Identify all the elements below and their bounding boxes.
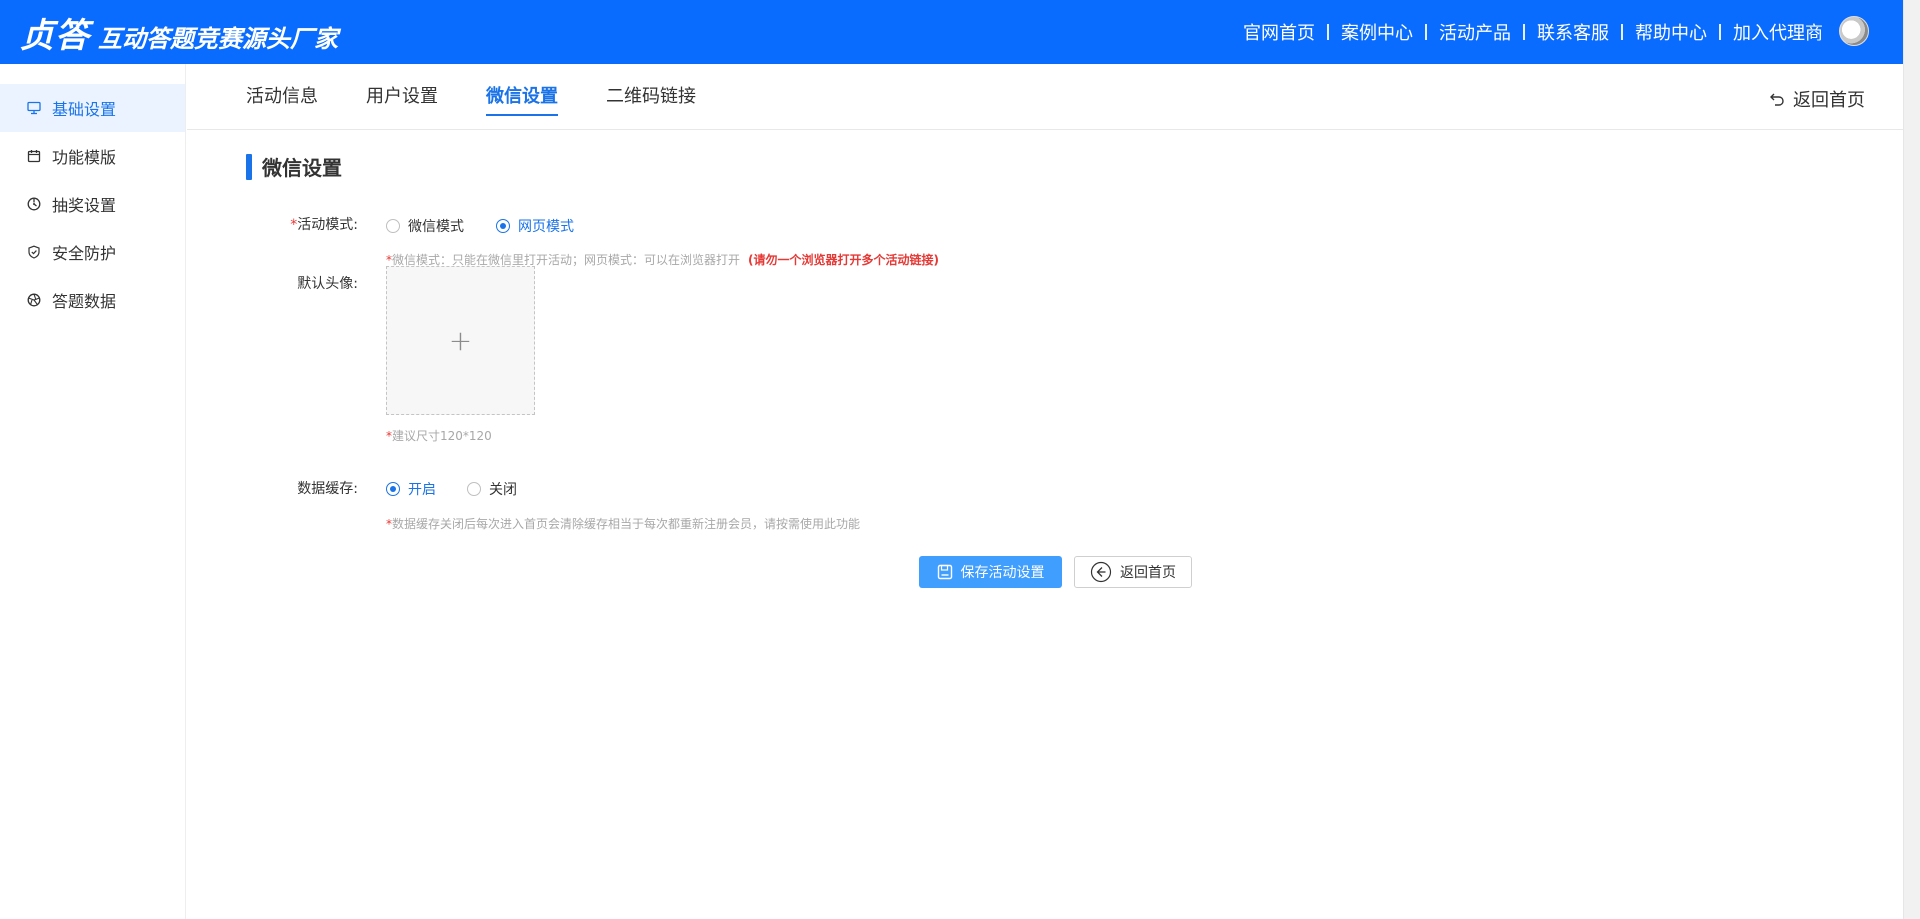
- settings-tabs: 活动信息 用户设置 微信设置 二维码链接 返回首页: [187, 64, 1903, 130]
- radio-cache-off[interactable]: 关闭: [467, 479, 517, 499]
- nav-activity-products[interactable]: 活动产品: [1427, 19, 1523, 45]
- radio-circle: [496, 219, 510, 233]
- avatar-hint: *建议尺寸120*120: [386, 427, 492, 444]
- radio-label: 网页模式: [518, 219, 574, 235]
- cache-hint: *数据缓存关闭后每次进入首页会清除缓存相当于每次都重新注册会员，请按需使用此功能: [386, 515, 860, 532]
- back-home-link[interactable]: 返回首页: [1769, 86, 1865, 112]
- wheel-icon: [26, 196, 42, 212]
- radio-label: 微信模式: [408, 219, 464, 235]
- back-button-label: 返回首页: [1120, 565, 1176, 581]
- avatar-hint-text: 建议尺寸120*120: [392, 429, 492, 443]
- radio-circle: [386, 482, 400, 496]
- aperture-icon: [26, 292, 42, 308]
- logo-main-text: 贞答: [20, 15, 90, 56]
- app-frame: 贞答 互动答题竞赛源头厂家 官网首页 案例中心 活动产品 联系客服 帮助中心 加…: [0, 0, 1903, 919]
- save-button-label: 保存活动设置: [960, 565, 1045, 581]
- monitor-icon: [26, 100, 42, 116]
- radio-label: 开启: [408, 482, 436, 498]
- radio-circle: [467, 482, 481, 496]
- circle-back-arrow-icon: [1090, 561, 1112, 583]
- sidebar-item-label: 基础设置: [52, 100, 117, 119]
- radio-web-mode[interactable]: 网页模式: [496, 216, 574, 236]
- nav-join-agent[interactable]: 加入代理商: [1721, 19, 1835, 45]
- back-home-button[interactable]: 返回首页: [1074, 556, 1192, 588]
- sidebar-item-lottery-settings[interactable]: 抽奖设置: [0, 180, 185, 228]
- undo-arrow-icon: [1769, 90, 1787, 108]
- sidebar-item-label: 安全防护: [52, 244, 117, 263]
- sidebar-item-label: 功能模版: [52, 148, 117, 167]
- back-home-label: 返回首页: [1793, 90, 1865, 111]
- radio-circle: [386, 219, 400, 233]
- mode-hint-warning: (请勿一个浏览器打开多个活动链接): [748, 253, 939, 267]
- nav-divider: [1425, 24, 1427, 40]
- sidebar-item-basic-settings[interactable]: 基础设置: [0, 84, 185, 132]
- radio-label: 关闭: [489, 482, 517, 498]
- logo-slogan: 互动答题竞赛源头厂家: [98, 24, 338, 53]
- nav-divider: [1621, 24, 1623, 40]
- mode-label-text: 活动模式:: [297, 217, 358, 233]
- mode-hint-text: 微信模式：只能在微信里打开活动；网页模式：可以在浏览器打开: [392, 253, 741, 267]
- nav-help-center[interactable]: 帮助中心: [1623, 19, 1719, 45]
- nav-customer-service[interactable]: 联系客服: [1525, 19, 1621, 45]
- user-avatar[interactable]: [1839, 16, 1869, 46]
- sidebar-item-function-templates[interactable]: 功能模版: [0, 132, 185, 180]
- nav-case-center[interactable]: 案例中心: [1329, 19, 1425, 45]
- nav-divider: [1719, 24, 1721, 40]
- radio-cache-on[interactable]: 开启: [386, 479, 436, 499]
- cache-label: 数据缓存:: [297, 481, 358, 497]
- top-navigation: 官网首页 案例中心 活动产品 联系客服 帮助中心 加入代理商: [1231, 0, 1835, 64]
- sidebar: 基础设置 功能模版 抽奖设置 安全防护 答题数据: [0, 64, 186, 919]
- top-header: 贞答 互动答题竞赛源头厂家 官网首页 案例中心 活动产品 联系客服 帮助中心 加…: [0, 0, 1903, 64]
- tab-qrcode-link[interactable]: 二维码链接: [606, 82, 696, 114]
- avatar-label: 默认头像:: [297, 276, 358, 292]
- title-accent-bar: [246, 153, 252, 180]
- nav-divider: [1327, 24, 1329, 40]
- section-title: 微信设置: [246, 152, 342, 181]
- tab-wechat-settings[interactable]: 微信设置: [486, 82, 558, 116]
- brand-logo[interactable]: 贞答 互动答题竞赛源头厂家: [20, 8, 338, 57]
- cache-hint-text: 数据缓存关闭后每次进入首页会清除缓存相当于每次都重新注册会员，请按需使用此功能: [392, 517, 861, 531]
- section-title-text: 微信设置: [262, 156, 342, 180]
- calendar-icon: [26, 148, 42, 164]
- mode-label: *活动模式:: [238, 214, 358, 234]
- sidebar-item-label: 答题数据: [52, 292, 117, 311]
- sidebar-item-quiz-data[interactable]: 答题数据: [0, 276, 185, 324]
- page-scrollbar[interactable]: [1903, 0, 1920, 919]
- tab-user-settings[interactable]: 用户设置: [366, 82, 438, 114]
- tab-activity-info[interactable]: 活动信息: [246, 82, 318, 114]
- plus-icon: +: [448, 324, 473, 357]
- radio-wechat-mode[interactable]: 微信模式: [386, 216, 464, 236]
- nav-divider: [1523, 24, 1525, 40]
- sidebar-item-security[interactable]: 安全防护: [0, 228, 185, 276]
- save-settings-button[interactable]: 保存活动设置: [919, 556, 1062, 588]
- avatar-upload[interactable]: +: [386, 266, 535, 415]
- nav-official-home[interactable]: 官网首页: [1231, 19, 1327, 45]
- sidebar-item-label: 抽奖设置: [52, 196, 117, 215]
- shield-icon: [26, 244, 42, 260]
- save-icon: [937, 564, 953, 580]
